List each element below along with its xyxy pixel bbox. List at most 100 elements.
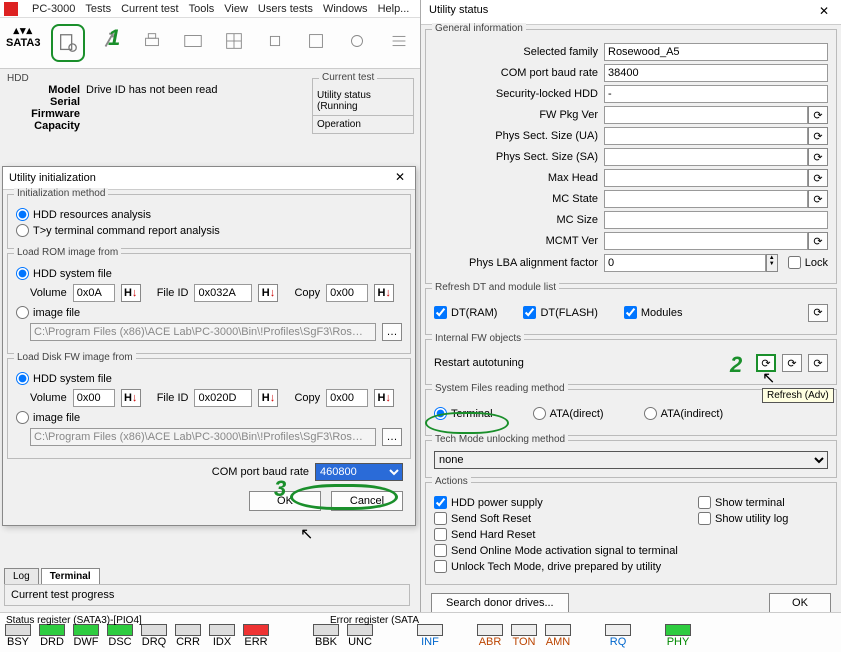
fw-legend: Load Disk FW image from <box>14 352 136 363</box>
toolbar-btn[interactable] <box>219 24 250 58</box>
radio-ata-direct[interactable]: ATA(direct) <box>533 407 604 420</box>
tab-terminal[interactable]: Terminal <box>41 568 100 584</box>
family-value[interactable] <box>604 43 828 61</box>
chk-showlog[interactable]: Show utility log <box>698 512 828 525</box>
menu-item[interactable]: Windows <box>323 3 368 15</box>
hex-btn[interactable]: H↓ <box>374 389 394 407</box>
radio-fw-imagefile[interactable]: image file <box>16 411 402 424</box>
radio-terminal-report[interactable]: T>y terminal command report analysis <box>16 224 402 237</box>
rom-vol-label: Volume <box>30 287 67 299</box>
hex-btn[interactable]: H↓ <box>121 284 141 302</box>
utility-button[interactable] <box>51 24 86 62</box>
chk-softreset[interactable]: Send Soft Reset <box>434 512 698 525</box>
mcsize-value[interactable] <box>604 211 828 229</box>
ok-button[interactable]: OK <box>249 491 321 511</box>
menu-item[interactable]: Tests <box>85 3 111 15</box>
menu-item[interactable]: View <box>224 3 248 15</box>
refresh-icon[interactable]: ⟳ <box>808 190 828 208</box>
refresh-icon[interactable]: ⟳ <box>808 354 828 372</box>
toolbar-btn[interactable] <box>383 24 414 58</box>
browse-btn[interactable]: … <box>382 323 402 341</box>
toolbar-btn[interactable] <box>95 24 126 58</box>
refresh-icon[interactable]: ⟳ <box>808 148 828 166</box>
mcstate-value[interactable] <box>604 190 808 208</box>
fw-fid-label: File ID <box>157 392 189 404</box>
general-legend: General information <box>432 23 526 34</box>
hex-btn[interactable]: H↓ <box>258 389 278 407</box>
refresh-adv-icon[interactable]: ⟳ <box>756 354 776 372</box>
browse-btn[interactable]: … <box>382 428 402 446</box>
pssa-value[interactable] <box>604 148 808 166</box>
toolbar-btn[interactable] <box>137 24 168 58</box>
hex-btn[interactable]: H↓ <box>374 284 394 302</box>
rom-fileid-input[interactable] <box>194 284 252 302</box>
grid-icon <box>223 30 245 52</box>
close-icon[interactable]: ✕ <box>815 4 833 20</box>
toolbar-btn[interactable] <box>301 24 332 58</box>
toolbar-btn[interactable] <box>342 24 373 58</box>
sec-value[interactable] <box>604 85 828 103</box>
toolbar-btn[interactable] <box>260 24 291 58</box>
techmode-select[interactable]: none <box>434 451 828 469</box>
document-gear-icon <box>57 32 79 54</box>
baud-value[interactable] <box>604 64 828 82</box>
refresh-icon[interactable]: ⟳ <box>782 354 802 372</box>
refresh-icon[interactable]: ⟳ <box>808 169 828 187</box>
serial-label: Serial <box>4 96 86 108</box>
toolbar-btn[interactable] <box>178 24 209 58</box>
chk-showterm[interactable]: Show terminal <box>698 496 828 509</box>
psua-value[interactable] <box>604 127 808 145</box>
current-test-panel: Current test Utility status (Running Ope… <box>312 78 414 134</box>
radio-hdd-resources[interactable]: HDD resources analysis <box>16 208 402 221</box>
dtflash-checkbox[interactable]: DT(FLASH) <box>523 306 597 319</box>
refresh-icon[interactable]: ⟳ <box>808 127 828 145</box>
chk-onlinemode[interactable]: Send Online Mode activation signal to te… <box>434 544 698 557</box>
menu-item[interactable]: Help... <box>378 3 410 15</box>
reg-amn: AMN <box>544 624 572 648</box>
menu-item[interactable]: Users tests <box>258 3 313 15</box>
baud-select[interactable]: 460800 <box>315 463 403 481</box>
hex-btn[interactable]: H↓ <box>258 284 278 302</box>
mcmtver-value[interactable] <box>604 232 808 250</box>
menu-item[interactable]: PC-3000 <box>32 3 75 15</box>
chk-unlock[interactable]: Unlock Tech Mode, drive prepared by util… <box>434 560 698 573</box>
lba-value[interactable] <box>604 254 766 272</box>
maxhead-value[interactable] <box>604 169 808 187</box>
radio-rom-imagefile[interactable]: image file <box>16 306 402 319</box>
fw-volume-input[interactable] <box>73 389 115 407</box>
refresh-icon[interactable]: ⟳ <box>808 232 828 250</box>
refresh-icon[interactable]: ⟳ <box>808 106 828 124</box>
radio-terminal[interactable]: Terminal <box>434 407 493 420</box>
internal-fw-group: Internal FW objects Restart autotuning ⟳… <box>425 339 837 385</box>
fwpkg-value[interactable] <box>604 106 808 124</box>
reg-drd: DRD <box>38 624 66 648</box>
dialog-title: Utility initialization <box>9 172 96 184</box>
chk-hardreset[interactable]: Send Hard Reset <box>434 528 698 541</box>
radio-rom-hddfile[interactable]: HDD system file <box>16 267 402 280</box>
refresh-icon[interactable]: ⟳ <box>808 304 828 322</box>
tab-log[interactable]: Log <box>4 568 39 584</box>
lock-checkbox[interactable]: Lock <box>788 256 828 269</box>
menu-item[interactable]: Tools <box>189 3 215 15</box>
mcmtver-label: MCMT Ver <box>434 235 604 247</box>
rom-copy-input[interactable] <box>326 284 368 302</box>
search-donor-button[interactable]: Search donor drives... <box>431 593 569 613</box>
rom-fid-label: File ID <box>157 287 189 299</box>
hex-btn[interactable]: H↓ <box>121 389 141 407</box>
radio-fw-hddfile[interactable]: HDD system file <box>16 372 402 385</box>
menu-item[interactable]: Current test <box>121 3 178 15</box>
rom-volume-input[interactable] <box>73 284 115 302</box>
cancel-button[interactable]: Cancel <box>331 491 403 511</box>
modules-checkbox[interactable]: Modules <box>624 306 683 319</box>
ok-button[interactable]: OK <box>769 593 831 613</box>
printer-icon <box>141 30 163 52</box>
radio-ata-indirect[interactable]: ATA(indirect) <box>644 407 724 420</box>
status-right-title: Error register (SATA <box>330 615 419 626</box>
sata-port-indicator[interactable]: ▴▾▴ SATA3 <box>6 24 41 62</box>
fw-fileid-input[interactable] <box>194 389 252 407</box>
chk-power[interactable]: HDD power supply <box>434 496 698 509</box>
firmware-label: Firmware <box>4 108 86 120</box>
dtram-checkbox[interactable]: DT(RAM) <box>434 306 497 319</box>
close-icon[interactable]: ✕ <box>391 170 409 186</box>
fw-copy-input[interactable] <box>326 389 368 407</box>
